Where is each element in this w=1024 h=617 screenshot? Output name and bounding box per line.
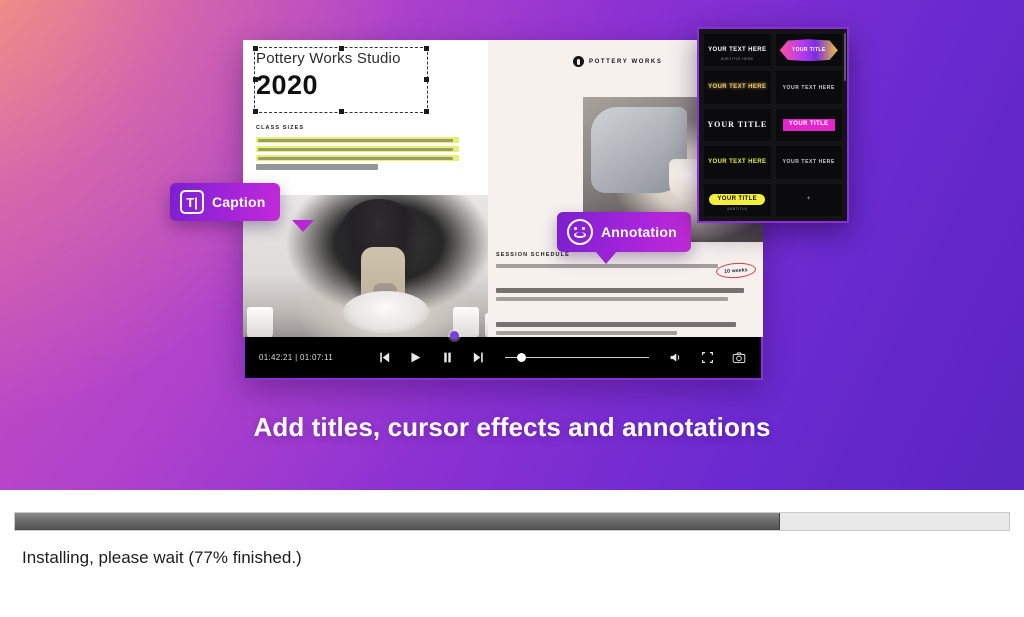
document-title: Pottery Works Studio [256, 50, 401, 67]
fullscreen-button[interactable] [695, 347, 719, 369]
section-heading: SESSION SCHEDULE [496, 252, 570, 258]
status-text: Installing, please wait (77% finished.) [22, 548, 302, 567]
document-left-page: Pottery Works Studio 2020 CLASS SIZES [243, 40, 513, 380]
brand-name: POTTERY WORKS [589, 58, 663, 65]
template-label: YOUR TEXT HERE [782, 84, 835, 91]
template-tile[interactable]: YOUR TEXT HERE SUBTITLE HERE [704, 34, 771, 67]
gradient-burst-icon: YOUR TITLE [779, 39, 838, 62]
body-paragraph-2 [496, 288, 754, 305]
template-label: YOUR TITLE [709, 194, 766, 206]
template-sublabel: SUBTITLE HERE [720, 57, 754, 62]
template-tile[interactable]: YOUR TITLE [775, 34, 842, 67]
previous-button[interactable] [371, 347, 395, 369]
template-tile[interactable]: YOUR TEXT HERE [704, 71, 771, 104]
panel-scrollbar[interactable] [844, 33, 846, 81]
title-templates-panel: YOUR TEXT HERE SUBTITLE HERE YOUR TITLE … [697, 27, 849, 223]
snapshot-button[interactable] [727, 347, 751, 369]
template-tile[interactable]: YOUR TEXT HERE [775, 71, 842, 104]
video-thumbnail [243, 195, 513, 345]
caption-badge-label: Caption [212, 194, 266, 210]
promo-headline: Add titles, cursor effects and annotatio… [253, 412, 771, 442]
template-label: YOUR TITLE [707, 120, 768, 130]
template-label: YOUR TEXT HERE [782, 159, 835, 166]
template-label: YOUR TEXT HERE [708, 46, 767, 53]
play-button[interactable] [403, 347, 427, 369]
next-button[interactable] [467, 347, 491, 369]
volume-icon[interactable] [663, 347, 687, 369]
volume-slider[interactable] [505, 347, 649, 369]
installer-window: Pottery Works Studio 2020 CLASS SIZES PO… [0, 0, 1024, 617]
highlighted-paragraph [256, 137, 459, 173]
document-kicker: CLASS SIZES [256, 125, 305, 131]
promo-banner: Pottery Works Studio 2020 CLASS SIZES PO… [0, 0, 1024, 490]
template-tile[interactable]: YOUR TITLE SUBTITLE [704, 183, 771, 216]
resize-handle-s[interactable] [339, 109, 344, 114]
document-year: 2020 [256, 70, 319, 100]
pottery-logo-icon [573, 56, 584, 67]
resize-handle-e[interactable] [424, 77, 429, 82]
sticker-smiley-icon [567, 219, 593, 245]
timeline-playhead[interactable] [450, 331, 459, 340]
template-tile[interactable]: YOUR TEXT HERE [775, 146, 842, 179]
time-separator: | [295, 353, 298, 362]
video-player-controls: 01:42:21 | 01:07:11 [243, 331, 763, 380]
resize-handle-sw[interactable] [253, 109, 258, 114]
annotation-badge[interactable]: Annotation [557, 212, 691, 264]
resize-handle-ne[interactable] [424, 46, 429, 51]
plus-icon: + [806, 196, 811, 203]
caption-badge[interactable]: T| Caption [170, 183, 314, 232]
template-tile[interactable]: YOUR TITLE [704, 108, 771, 142]
installer-footer: Installing, please wait (77% finished.) … [0, 490, 1024, 617]
time-display: 01:42:21 | 01:07:11 [255, 353, 363, 362]
template-tile[interactable]: YOUR TEXT HERE [704, 146, 771, 179]
template-label: YOUR TEXT HERE [708, 84, 767, 90]
text-caption-icon: T| [180, 190, 204, 214]
total-time: 01:07:11 [300, 353, 333, 362]
progress-bar-fill [15, 513, 781, 530]
brand-lockup: POTTERY WORKS [573, 56, 662, 67]
resize-handle-se[interactable] [424, 109, 429, 114]
volume-track [505, 356, 649, 359]
template-label: YOUR TEXT HERE [708, 158, 767, 165]
template-tile-add[interactable]: + [775, 183, 842, 216]
app-screenshot-preview: Pottery Works Studio 2020 CLASS SIZES PO… [243, 40, 763, 380]
template-label: YOUR TITLE [791, 47, 826, 54]
progress-bar [14, 512, 1010, 531]
template-tile[interactable]: YOUR TITLE [775, 108, 842, 142]
template-label: YOUR TITLE [782, 119, 835, 131]
template-sublabel: SUBTITLE [727, 207, 748, 211]
current-time: 01:42:21 [259, 353, 293, 362]
pause-button[interactable] [435, 347, 459, 369]
annotation-badge-label: Annotation [601, 224, 677, 240]
volume-knob[interactable] [516, 353, 526, 362]
